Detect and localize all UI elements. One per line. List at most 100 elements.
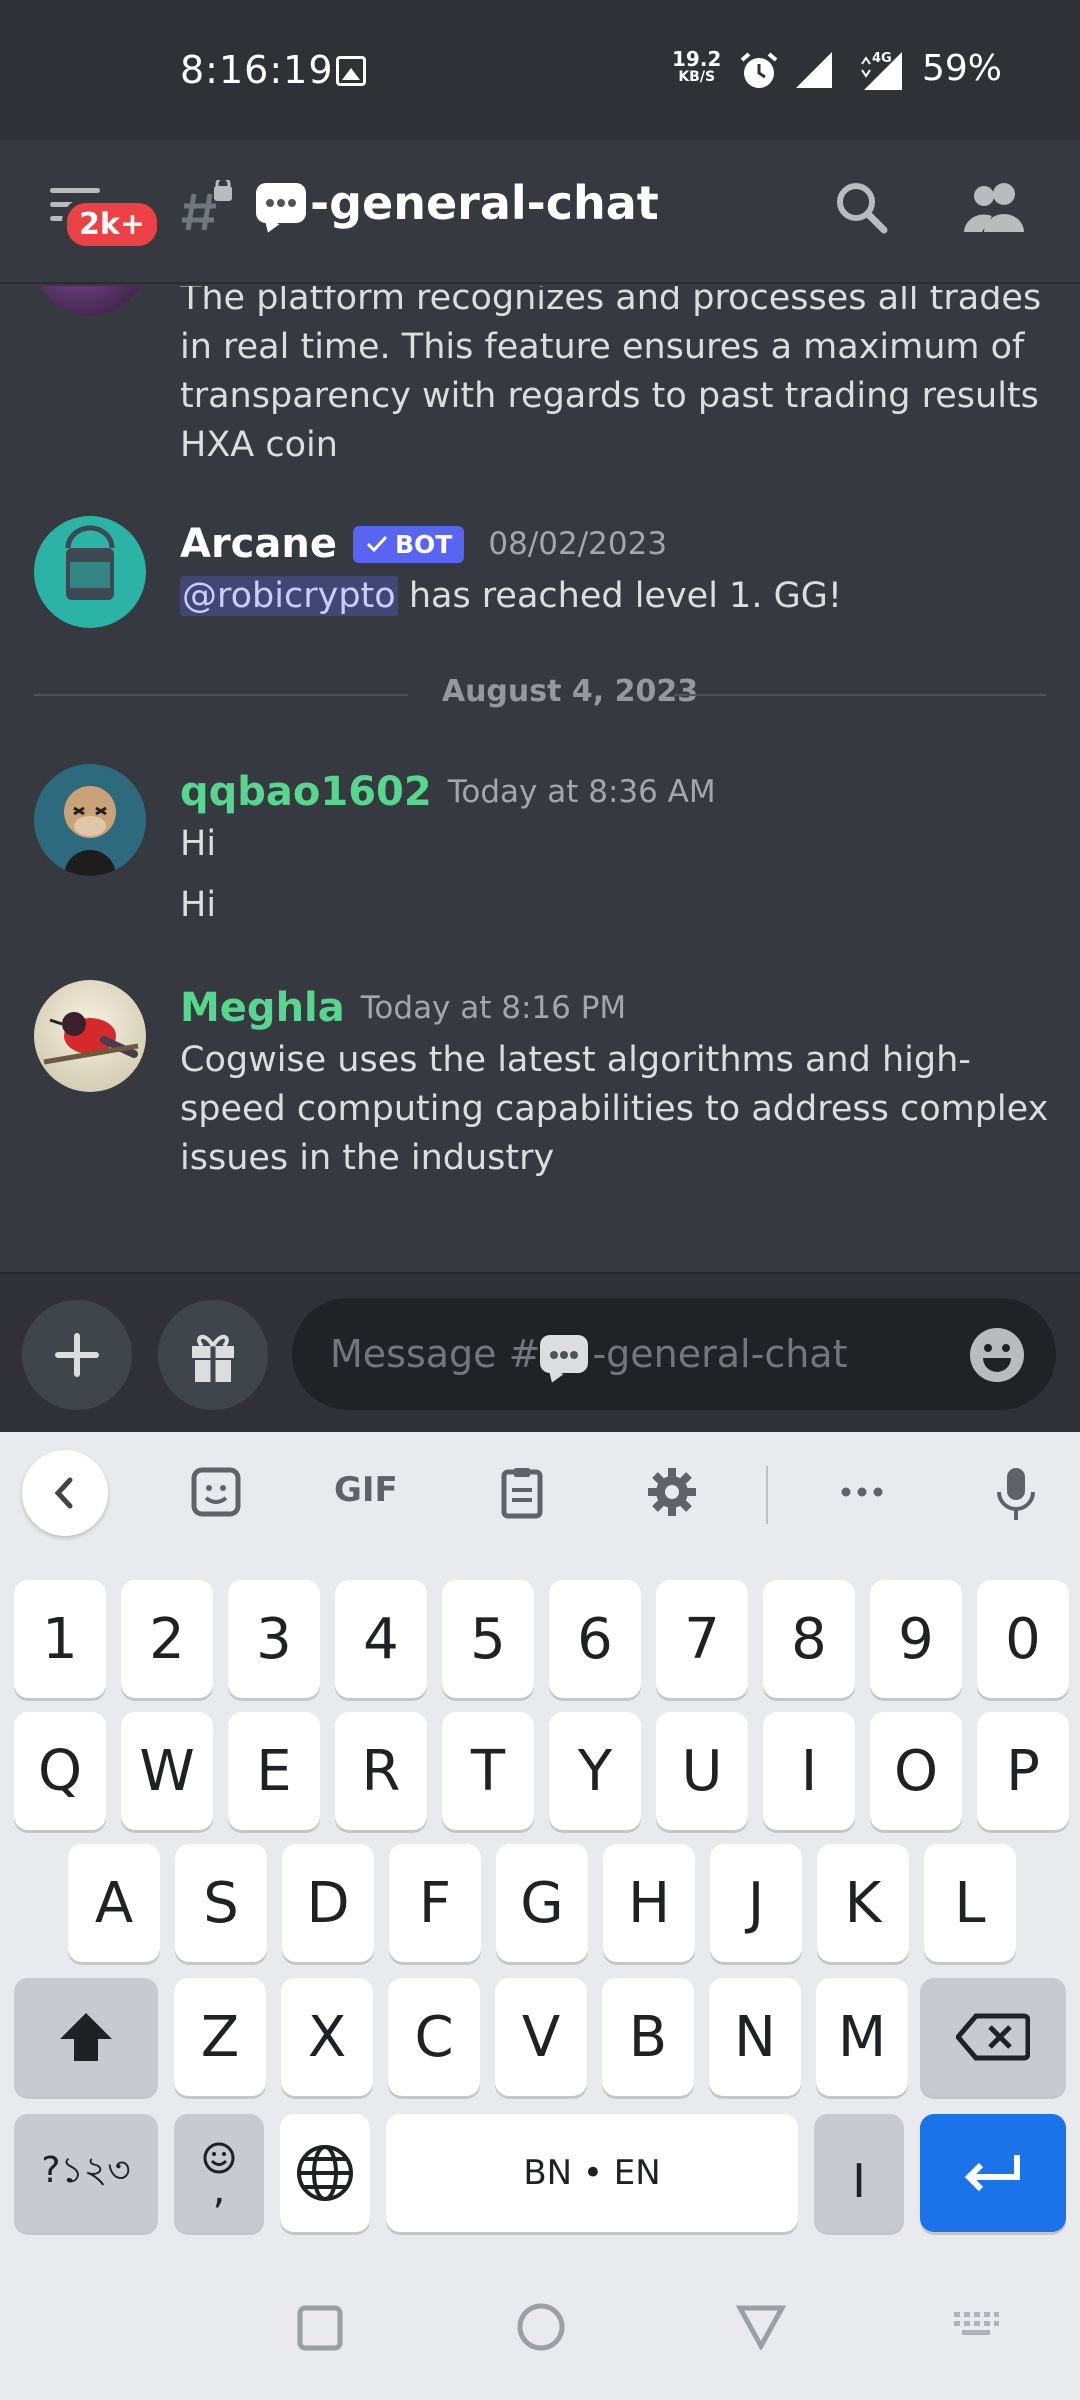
letter-key[interactable]: M [816, 1978, 908, 2096]
channel-title[interactable]: -general-chat [256, 176, 659, 230]
gift-button[interactable] [158, 1300, 268, 1410]
number-key[interactable]: 2 [121, 1580, 213, 1698]
globe-icon [297, 2145, 353, 2201]
toolbar-divider [766, 1466, 768, 1524]
message-text: Hi [180, 824, 217, 864]
letter-key[interactable]: S [175, 1844, 267, 1962]
letter-key[interactable]: F [389, 1844, 481, 1962]
letter-key[interactable]: L [924, 1844, 1016, 1962]
backspace-key[interactable] [920, 1978, 1066, 2096]
number-key[interactable]: 3 [228, 1580, 320, 1698]
number-key[interactable]: 8 [763, 1580, 855, 1698]
letter-key[interactable]: D [282, 1844, 374, 1962]
more-options-icon[interactable] [834, 1464, 890, 1520]
message-text: @robicrypto has reached level 1. GG! [180, 572, 1060, 621]
date-divider: August 4, 2023 [34, 674, 1046, 714]
letter-key[interactable]: Y [549, 1712, 641, 1830]
search-icon[interactable] [832, 178, 892, 238]
number-key[interactable]: 7 [656, 1580, 748, 1698]
letter-key[interactable]: I [763, 1712, 855, 1830]
channel-name: -general-chat [310, 176, 659, 230]
letter-key[interactable]: U [656, 1712, 748, 1830]
speech-bubble-emoji [540, 1335, 589, 1373]
toolbar-collapse-button[interactable] [22, 1450, 108, 1536]
notification-badge: 2k+ [62, 198, 162, 251]
letter-key[interactable]: N [709, 1978, 801, 2096]
language-key[interactable] [280, 2114, 370, 2232]
user-mention[interactable]: @robicrypto [180, 576, 398, 616]
letter-key[interactable]: V [495, 1978, 587, 2096]
image-notification-icon [336, 56, 366, 86]
emoji-comma-key[interactable]: , [174, 2114, 264, 2232]
members-icon[interactable] [962, 178, 1028, 238]
letter-key[interactable]: H [603, 1844, 695, 1962]
username[interactable]: qqbao1602 [180, 769, 432, 815]
number-key[interactable]: 4 [335, 1580, 427, 1698]
shift-arrow-icon [60, 2013, 112, 2061]
alarm-icon [740, 52, 778, 88]
letter-key[interactable]: P [977, 1712, 1069, 1830]
symbols-key[interactable]: ?১২৩ [14, 2114, 158, 2232]
number-key[interactable]: 6 [549, 1580, 641, 1698]
network-speed: 19.2 KB/S [672, 49, 721, 86]
letter-key[interactable]: Z [174, 1978, 266, 2096]
keyboard-toolbar: GIF [0, 1432, 1080, 1552]
letter-key[interactable]: T [442, 1712, 534, 1830]
letter-key[interactable]: A [68, 1844, 160, 1962]
number-key[interactable]: 0 [977, 1580, 1069, 1698]
letter-key[interactable]: G [496, 1844, 588, 1962]
letter-key[interactable]: J [710, 1844, 802, 1962]
settings-gear-icon[interactable] [644, 1464, 700, 1520]
back-icon[interactable] [736, 2304, 786, 2350]
letter-key[interactable]: K [817, 1844, 909, 1962]
emoji-picker-icon[interactable] [968, 1326, 1026, 1384]
space-bar[interactable]: BN • EN [386, 2114, 798, 2232]
clipboard-icon[interactable] [494, 1464, 550, 1520]
gif-button[interactable]: GIF [334, 1470, 398, 1510]
enter-key[interactable] [920, 2114, 1066, 2232]
avatar[interactable] [34, 764, 146, 876]
letter-key[interactable]: E [228, 1712, 320, 1830]
message-composer: Message # -general-chat [0, 1272, 1080, 1432]
home-icon[interactable] [516, 2302, 566, 2352]
comma-label: , [212, 2167, 226, 2213]
letter-key[interactable]: C [388, 1978, 480, 2096]
soft-keyboard: 1234567890 QWERTYUIOP ASDFGHJKL ZXCVBNM … [0, 1552, 1080, 2260]
letter-key[interactable]: B [602, 1978, 694, 2096]
message-list[interactable]: The platform recognizes and processes al… [0, 286, 1080, 1272]
keyboard-hide-icon[interactable] [952, 2310, 1000, 2344]
gift-icon [192, 1334, 234, 1382]
avatar[interactable] [34, 286, 146, 316]
date-divider-label: August 4, 2023 [441, 674, 699, 709]
letter-key[interactable]: R [335, 1712, 427, 1830]
message-input[interactable]: Message # -general-chat [292, 1298, 1056, 1410]
checkmark-icon [366, 535, 388, 553]
placeholder-channel: -general-chat [592, 1332, 848, 1376]
enter-arrow-icon [964, 2155, 1020, 2192]
letter-key[interactable]: X [281, 1978, 373, 2096]
shift-key[interactable] [14, 1978, 158, 2096]
number-key[interactable]: 1 [14, 1580, 106, 1698]
channel-header: 2k+ -general-chat [0, 140, 1080, 284]
recent-apps-icon[interactable] [296, 2304, 344, 2352]
avatar[interactable] [34, 980, 146, 1092]
timestamp: Today at 8:36 AM [447, 774, 716, 810]
microphone-icon[interactable] [988, 1464, 1044, 1524]
username[interactable]: Meghla [180, 985, 345, 1031]
number-key[interactable]: 5 [442, 1580, 534, 1698]
avatar[interactable] [34, 516, 146, 628]
message-text: Hi [180, 885, 217, 925]
add-attachment-button[interactable] [22, 1300, 132, 1410]
sticker-icon[interactable] [188, 1464, 244, 1520]
number-key[interactable]: 9 [870, 1580, 962, 1698]
message-text: Cogwise uses the latest algorithms and h… [180, 1040, 1049, 1178]
mobile-data-4g-icon: 4G [861, 51, 902, 90]
letter-key[interactable]: O [870, 1712, 962, 1830]
letter-key[interactable]: W [121, 1712, 213, 1830]
bucket-bot-icon [65, 525, 115, 600]
clock: 8:16:19 [180, 48, 334, 92]
bar-key[interactable]: I [814, 2114, 904, 2232]
bot-label: BOT [395, 529, 453, 559]
username[interactable]: Arcane [180, 521, 337, 567]
letter-key[interactable]: Q [14, 1712, 106, 1830]
